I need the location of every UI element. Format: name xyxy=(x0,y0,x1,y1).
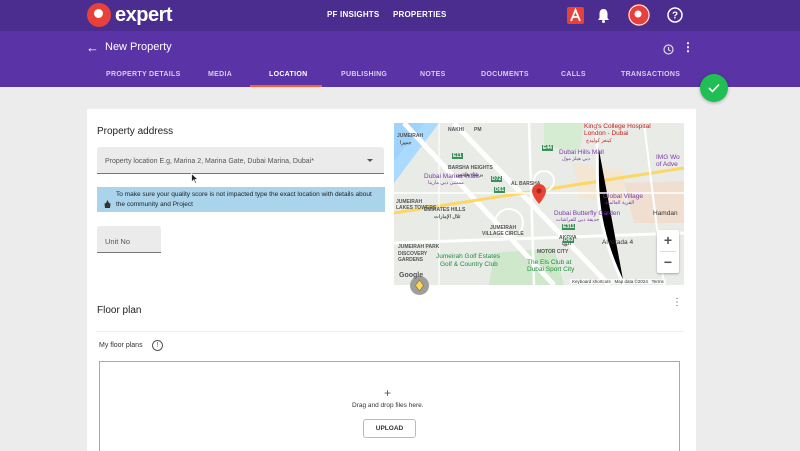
unit-no-field[interactable]: Unit No xyxy=(97,226,161,253)
tab-notes[interactable]: NOTES xyxy=(420,71,446,78)
map-zoom-controls: + − xyxy=(657,230,679,273)
map-label-jumeirah: JUMEIRAH xyxy=(397,133,424,139)
more-options-icon[interactable]: ⋮ xyxy=(682,41,694,53)
poi-dubai-hills-mall[interactable]: Dubai Hills Mall xyxy=(559,149,604,156)
dropdown-arrow-icon xyxy=(367,159,373,162)
mouse-cursor-icon xyxy=(191,171,200,189)
map-label-pm: PM xyxy=(474,127,482,133)
history-icon[interactable] xyxy=(663,42,674,60)
tab-publishing[interactable]: PUBLISHING xyxy=(341,71,387,78)
drop-instructions: Drag and drop files here. xyxy=(352,402,424,409)
info-text: To make sure your quality score is not i… xyxy=(116,191,372,208)
active-tab-indicator xyxy=(250,85,322,87)
map-label-jumeirah-ar: جميرا xyxy=(400,140,412,146)
poi-img[interactable]: IMG Wo xyxy=(656,154,680,161)
brand-name: expert xyxy=(115,3,173,26)
location-placeholder: Property location E.g, Marina 2, Marina … xyxy=(105,158,314,165)
poi-dubai-hills-mall-ar: دبي هيلز مول xyxy=(562,156,591,162)
poi-kings-college-ar: كينغز كوليدج xyxy=(586,138,612,144)
map-label-barsha-heights: BARSHA HEIGHTS xyxy=(448,165,493,171)
poi-butterfly-garden[interactable]: Dubai Butterfly Garden xyxy=(554,210,620,217)
floor-plan-menu-icon[interactable]: ⋮ xyxy=(672,298,682,308)
property-address-heading: Property address xyxy=(97,126,174,137)
app-switcher-icon[interactable] xyxy=(567,7,584,29)
zoom-out-button[interactable]: − xyxy=(657,252,679,273)
poi-global-village[interactable]: Global Village xyxy=(603,193,643,200)
add-file-icon: + xyxy=(384,386,392,400)
poi-hamdan[interactable]: Hamdan xyxy=(653,210,678,217)
poi-dubai-marina-walk-ar: ممشى دبي مارينا xyxy=(428,180,464,186)
road-e11: E11 xyxy=(452,153,463,159)
road-d72: D72 xyxy=(491,176,503,182)
community-icon xyxy=(104,195,111,213)
road-d63: D63 xyxy=(563,237,575,243)
google-logo: Google xyxy=(399,272,424,279)
tab-property-details[interactable]: PROPERTY DETAILS xyxy=(106,71,181,78)
poi-alvorada[interactable]: Alvorada 4 xyxy=(602,239,633,246)
road-e311: E311 xyxy=(562,224,576,230)
nav-properties[interactable]: PROPERTIES xyxy=(393,10,447,19)
map-label-gardens: GARDENS xyxy=(398,257,424,263)
poi-img-2: of Adve xyxy=(656,161,678,168)
save-check-button[interactable] xyxy=(700,74,728,102)
poi-global-village-ar: القرية العالمية xyxy=(605,200,635,206)
user-avatar[interactable] xyxy=(628,4,650,31)
page-header xyxy=(0,31,800,87)
poi-dubai-marina-walk[interactable]: Dubai Marina Walk xyxy=(424,173,479,180)
poi-golf-country-club: Golf & Country Club xyxy=(440,261,498,268)
poi-jumeirah-golf-estates[interactable]: Jumeirah Golf Estates xyxy=(436,253,500,260)
tab-media[interactable]: MEDIA xyxy=(208,71,232,78)
svg-text:?: ? xyxy=(672,11,678,22)
map-label-jvc-2: VILLAGE CIRCLE xyxy=(482,231,524,237)
section-divider xyxy=(96,331,684,332)
location-map[interactable]: JUMEIRAH جميرا BARSHA HEIGHTS برشاء هايت… xyxy=(394,123,684,285)
terms-link[interactable]: Terms xyxy=(652,279,664,284)
logo-icon xyxy=(87,3,111,27)
map-footer: Keyboard shortcuts Map data ©2024 Terms xyxy=(570,279,666,284)
help-icon[interactable]: ? xyxy=(667,7,683,28)
poi-els-club[interactable]: The Els Club at xyxy=(527,259,571,266)
keyboard-shortcuts-link[interactable]: Keyboard shortcuts xyxy=(572,279,611,284)
poi-butterfly-garden-ar: حديقة دبي للفراشات xyxy=(556,217,600,223)
brand-logo[interactable]: expert xyxy=(87,3,173,27)
zoom-in-button[interactable]: + xyxy=(657,230,679,251)
poi-kings-college-2: London - Dubai xyxy=(584,130,629,137)
map-label-jumeirah-park: JUMEIRAH PARK xyxy=(398,244,440,250)
road-d61: D61 xyxy=(494,187,506,193)
info-icon[interactable]: ! xyxy=(152,340,163,351)
floor-plan-heading: Floor plan xyxy=(97,305,142,316)
page-title: New Property xyxy=(105,41,172,53)
info-banner: To make sure your quality score is not i… xyxy=(97,187,385,212)
tab-calls[interactable]: CALLS xyxy=(561,71,586,78)
back-arrow-icon[interactable]: ← xyxy=(86,40,99,55)
tab-documents[interactable]: DOCUMENTS xyxy=(481,71,529,78)
notifications-bell-icon[interactable] xyxy=(597,8,610,28)
my-floor-plans-label: My floor plans xyxy=(99,342,143,349)
map-label-nakhi: NAKHI xyxy=(448,127,464,133)
poi-kings-college[interactable]: King's College Hospital xyxy=(584,123,651,130)
road-e44: E44 xyxy=(542,145,553,151)
map-label-jlt-2: LAKES TOWERS xyxy=(396,205,437,211)
tab-transactions[interactable]: TRANSACTIONS xyxy=(621,71,680,78)
poi-els-club-2: Dubai Sport City xyxy=(527,266,575,273)
tab-location[interactable]: LOCATION xyxy=(269,71,307,78)
map-pin-icon[interactable] xyxy=(532,184,546,209)
map-label-emirates-hills-ar: تلال الإمارات xyxy=(434,214,461,220)
unit-no-placeholder: Unit No xyxy=(105,237,131,246)
map-label-motor-city: MOTOR CITY xyxy=(537,249,569,255)
nav-pf-insights[interactable]: PF INSIGHTS xyxy=(327,10,379,19)
map-data-attribution: Map data ©2024 xyxy=(614,279,648,284)
property-location-dropdown[interactable]: Property location E.g, Marina 2, Marina … xyxy=(97,147,384,174)
upload-button[interactable]: UPLOAD xyxy=(363,419,416,438)
